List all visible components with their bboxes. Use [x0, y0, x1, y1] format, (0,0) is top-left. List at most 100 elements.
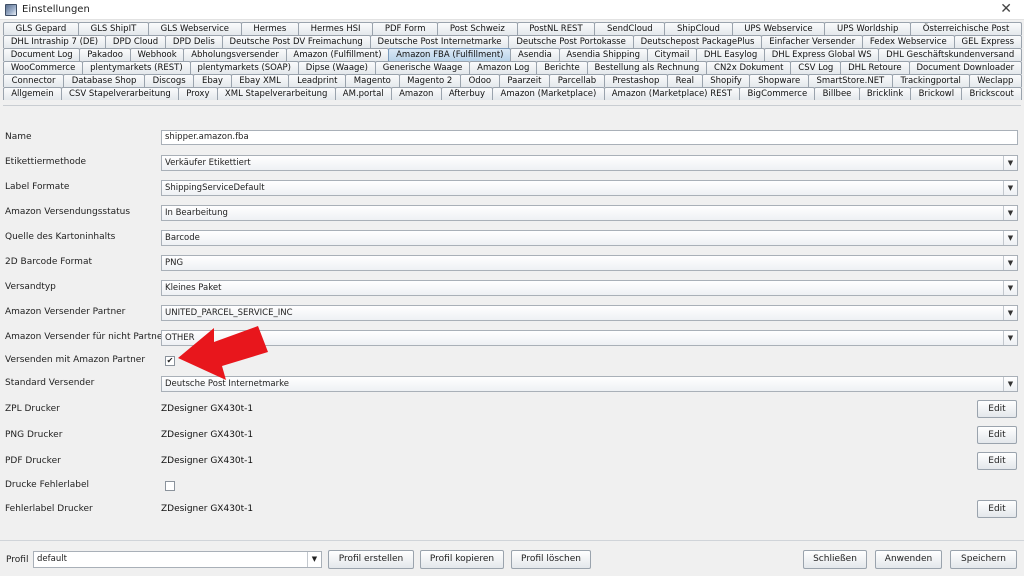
tab-amazon-fulfillment[interactable]: Amazon (Fulfillment)	[285, 48, 390, 61]
tab-dipse-waage[interactable]: Dipse (Waage)	[297, 61, 376, 74]
chevron-down-icon[interactable]: ▼	[1003, 331, 1017, 345]
zpl-edit-button[interactable]: Edit	[977, 400, 1017, 418]
tab-weclapp[interactable]: Weclapp	[968, 74, 1022, 87]
tab-bricklink[interactable]: Bricklink	[858, 87, 912, 100]
tab-amazon-marketplace[interactable]: Amazon (Marketplace)	[492, 87, 605, 100]
tab-dhl-geschäftskundenversand[interactable]: DHL Geschäftskundenversand	[878, 48, 1023, 61]
tab-brickowl[interactable]: Brickowl	[910, 87, 963, 100]
tab-gls-shipit[interactable]: GLS ShipIT	[77, 22, 149, 35]
chevron-down-icon[interactable]: ▼	[1003, 206, 1017, 220]
tab-berichte[interactable]: Berichte	[536, 61, 588, 74]
tab-dhl-express-global-ws[interactable]: DHL Express Global WS	[764, 48, 880, 61]
tab-billbee[interactable]: Billbee	[814, 87, 860, 100]
tab-amazon-marketplace-rest[interactable]: Amazon (Marketplace) REST	[603, 87, 741, 100]
profil-kopieren-button[interactable]: Profil kopieren	[420, 550, 504, 569]
schliessen-button[interactable]: Schließen	[803, 550, 867, 569]
pdf-edit-button[interactable]: Edit	[977, 452, 1017, 470]
tab-gel-express[interactable]: GEL Express	[953, 35, 1022, 48]
tab-document-downloader[interactable]: Document Downloader	[908, 61, 1023, 74]
tab-deutschepost-packageplus[interactable]: Deutschepost PackagePlus	[632, 35, 763, 48]
tab-österreichische-post[interactable]: Österreichische Post	[910, 22, 1022, 35]
quelle-select[interactable]: Barcode ▼	[161, 230, 1018, 246]
etikettiermethode-select[interactable]: Verkäufer Etikettiert ▼	[161, 155, 1018, 171]
tab-citymail[interactable]: Citymail	[646, 48, 698, 61]
versandtyp-select[interactable]: Kleines Paket ▼	[161, 280, 1018, 296]
tab-real[interactable]: Real	[667, 74, 703, 87]
drucke-fehlerlabel-checkbox[interactable]	[165, 481, 175, 491]
tab-hermes[interactable]: Hermes	[240, 22, 299, 35]
tab-dhl-intraship-7-de[interactable]: DHL Intraship 7 (DE)	[3, 35, 107, 48]
chevron-down-icon[interactable]: ▼	[1003, 156, 1017, 170]
tab-post-schweiz[interactable]: Post Schweiz	[437, 22, 518, 35]
tab-dpd-cloud[interactable]: DPD Cloud	[105, 35, 167, 48]
tab-woocommerce[interactable]: WooCommerce	[3, 61, 84, 74]
profil-select[interactable]: default ▼	[33, 551, 322, 568]
chevron-down-icon[interactable]: ▼	[1003, 231, 1017, 245]
tab-deutsche-post-dv-freimachung[interactable]: Deutsche Post DV Freimachung	[221, 35, 371, 48]
tab-einfacher-versender[interactable]: Einfacher Versender	[761, 35, 863, 48]
tab-cn2x-dokument[interactable]: CN2x Dokument	[706, 61, 792, 74]
tab-pakadoo[interactable]: Pakadoo	[79, 48, 131, 61]
profil-erstellen-button[interactable]: Profil erstellen	[328, 550, 414, 569]
tab-dhl-easylog[interactable]: DHL Easylog	[696, 48, 766, 61]
name-input[interactable]: shipper.amazon.fba	[161, 130, 1018, 145]
tab-dpd-delis[interactable]: DPD Delis	[165, 35, 223, 48]
tab-proxy[interactable]: Proxy	[177, 87, 218, 100]
tab-gls-webservice[interactable]: GLS Webservice	[147, 22, 242, 35]
tab-abholungsversender[interactable]: Abholungsversender	[183, 48, 287, 61]
tab-generische-waage[interactable]: Generische Waage	[374, 61, 471, 74]
tab-dhl-retoure[interactable]: DHL Retoure	[840, 61, 910, 74]
tab-ebay[interactable]: Ebay	[193, 74, 232, 87]
tab-amazon-fba-fulfillment[interactable]: Amazon FBA (Fulfillment)	[388, 48, 512, 61]
tab-ebay-xml[interactable]: Ebay XML	[230, 74, 290, 87]
tab-bestellung-als-rechnung[interactable]: Bestellung als Rechnung	[586, 61, 708, 74]
speichern-button[interactable]: Speichern	[950, 550, 1017, 569]
tab-leadprint[interactable]: Leadprint	[288, 74, 347, 87]
chevron-down-icon[interactable]: ▼	[1003, 281, 1017, 295]
tab-webhook[interactable]: Webhook	[129, 48, 185, 61]
tab-bigcommerce[interactable]: BigCommerce	[739, 87, 816, 100]
tab-ups-webservice[interactable]: UPS Webservice	[731, 22, 826, 35]
tab-ups-worldship[interactable]: UPS Worldship	[824, 22, 912, 35]
tab-odoo[interactable]: Odoo	[459, 74, 500, 87]
tab-database-shop[interactable]: Database Shop	[63, 74, 146, 87]
tab-csv-log[interactable]: CSV Log	[790, 61, 842, 74]
tab-afterbuy[interactable]: Afterbuy	[440, 87, 494, 100]
barcode-format-select[interactable]: PNG ▼	[161, 255, 1018, 271]
tab-smartstore-net[interactable]: SmartStore.NET	[807, 74, 893, 87]
versender-nicht-partner-select[interactable]: OTHER ▼	[161, 330, 1018, 346]
tab-connector[interactable]: Connector	[3, 74, 65, 87]
tab-am-portal[interactable]: AM.portal	[334, 87, 392, 100]
tab-deutsche-post-portokasse[interactable]: Deutsche Post Portokasse	[508, 35, 634, 48]
fehlerlabel-edit-button[interactable]: Edit	[977, 500, 1017, 518]
tab-gls-gepard[interactable]: GLS Gepard	[3, 22, 79, 35]
profil-loeschen-button[interactable]: Profil löschen	[511, 550, 591, 569]
tab-amazon-log[interactable]: Amazon Log	[469, 61, 538, 74]
chevron-down-icon[interactable]: ▼	[307, 552, 321, 567]
tab-fedex-webservice[interactable]: Fedex Webservice	[861, 35, 955, 48]
tab-magento[interactable]: Magento	[345, 74, 400, 87]
tab-shopware[interactable]: Shopware	[749, 74, 809, 87]
png-edit-button[interactable]: Edit	[977, 426, 1017, 444]
tab-shipcloud[interactable]: ShipCloud	[664, 22, 733, 35]
tab-asendia[interactable]: Asendia	[510, 48, 560, 61]
anwenden-button[interactable]: Anwenden	[875, 550, 942, 569]
tab-allgemein[interactable]: Allgemein	[3, 87, 62, 100]
tab-deutsche-post-internetmarke[interactable]: Deutsche Post Internetmarke	[369, 35, 510, 48]
tab-sendcloud[interactable]: SendCloud	[594, 22, 666, 35]
tab-magento-2[interactable]: Magento 2	[398, 74, 461, 87]
tab-shopify[interactable]: Shopify	[701, 74, 751, 87]
chevron-down-icon[interactable]: ▼	[1003, 377, 1017, 391]
versenden-partner-checkbox[interactable]: ✔	[165, 356, 175, 366]
tab-prestashop[interactable]: Prestashop	[603, 74, 668, 87]
tab-csv-stapelverarbeitung[interactable]: CSV Stapelverarbeitung	[60, 87, 179, 100]
standard-versender-select[interactable]: Deutsche Post Internetmarke ▼	[161, 376, 1018, 392]
tab-brickscout[interactable]: Brickscout	[961, 87, 1023, 100]
tab-plentymarkets-soap[interactable]: plentymarkets (SOAP)	[189, 61, 299, 74]
chevron-down-icon[interactable]: ▼	[1003, 306, 1017, 320]
chevron-down-icon[interactable]: ▼	[1003, 256, 1017, 270]
tab-amazon[interactable]: Amazon	[390, 87, 442, 100]
tab-asendia-shipping[interactable]: Asendia Shipping	[558, 48, 648, 61]
tab-xml-stapelverarbeitung[interactable]: XML Stapelverarbeitung	[216, 87, 336, 100]
tab-plentymarkets-rest[interactable]: plentymarkets (REST)	[82, 61, 191, 74]
